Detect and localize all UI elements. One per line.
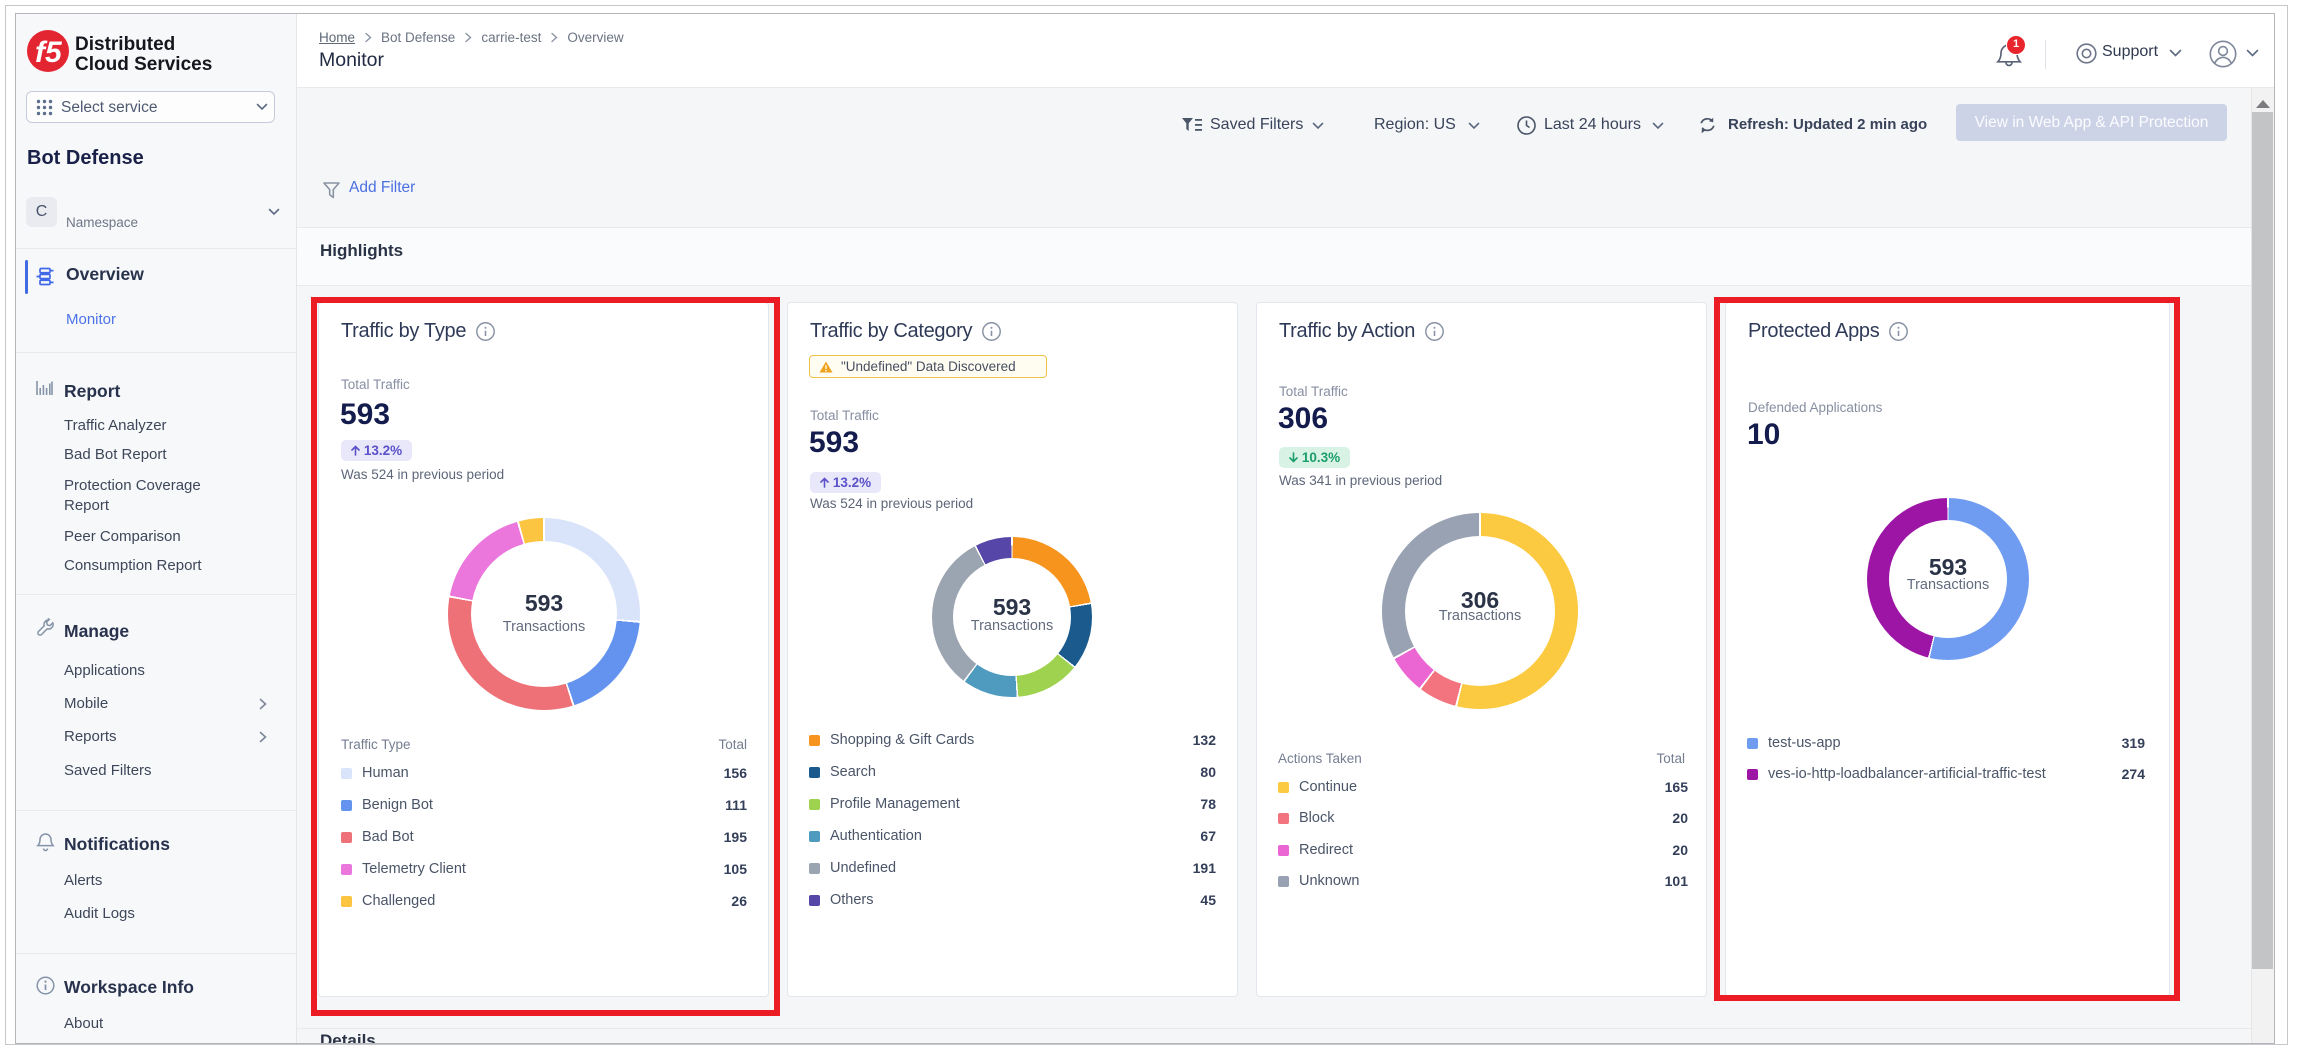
svg-text:f5: f5 [35,36,63,69]
